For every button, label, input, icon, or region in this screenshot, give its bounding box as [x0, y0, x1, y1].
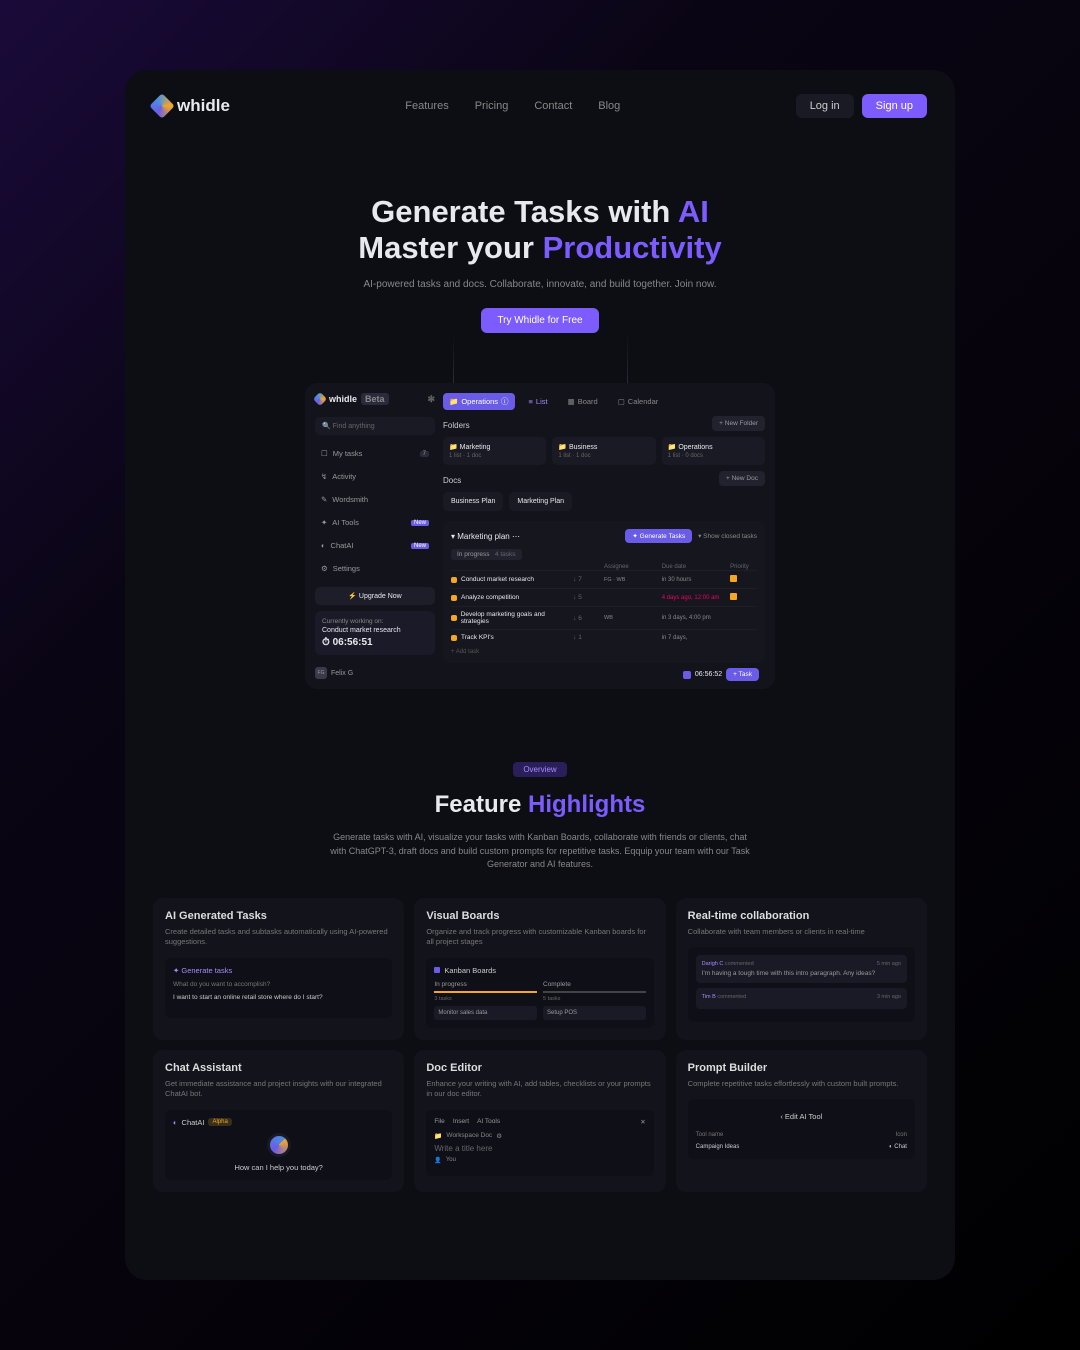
app-main: 📁 Operations ⓘ ≡ List ▦ Board ▢ Calendar… [443, 393, 765, 679]
folder-operations[interactable]: 📁 Operations1 list · 0 docs [662, 437, 765, 465]
sidebar-item-activity[interactable]: ↯Activity [315, 468, 435, 485]
search-input[interactable]: 🔍 Find anything [315, 417, 435, 435]
tab-board[interactable]: ▦ Board [562, 394, 604, 409]
table-row[interactable]: Analyze competition↓ 54 days ago, 12:00 … [451, 588, 757, 606]
overview-chip: Overview [513, 762, 566, 777]
table-header: Assignee Due date Priority [451, 564, 757, 570]
generate-tasks-button[interactable]: ✦ Generate Tasks [625, 529, 692, 543]
logo-icon [313, 392, 327, 406]
sidebar-item-chatai[interactable]: ◐ChatAINew [315, 537, 435, 554]
features-section: Overview Feature Highlights Generate tas… [125, 759, 955, 1192]
tab-list[interactable]: ≡ List [523, 394, 554, 409]
folders-label: Folders [443, 421, 470, 430]
card-prompt: Prompt Builder Complete repetitive tasks… [676, 1050, 927, 1192]
logo: whidle [153, 96, 230, 116]
plan-panel: ▾ Marketing plan ⋯ ✦ Generate Tasks ▾ Sh… [443, 521, 765, 663]
features-grid: AI Generated Tasks Create detailed tasks… [153, 898, 927, 1192]
card-visual-boards: Visual Boards Organize and track progres… [414, 898, 665, 1040]
app-logo: whidle Beta ✻ [315, 393, 435, 405]
login-button[interactable]: Log in [796, 94, 854, 118]
new-folder-button[interactable]: + New Folder [712, 416, 765, 431]
new-doc-button[interactable]: + New Doc [719, 471, 765, 486]
tab-calendar[interactable]: ▢ Calendar [612, 394, 665, 409]
beta-badge: Beta [361, 393, 389, 405]
timer-icon [683, 671, 691, 679]
app-preview: whidle Beta ✻ 🔍 Find anything ☐My tasks7… [305, 383, 775, 689]
nav-blog[interactable]: Blog [598, 100, 620, 112]
upgrade-button[interactable]: ⚡ Upgrade Now [315, 587, 435, 605]
folder-business[interactable]: 📁 Business1 list · 1 doc [552, 437, 655, 465]
floating-timer: 06:56:52 + Task [683, 668, 759, 681]
show-closed-toggle[interactable]: ▾ Show closed tasks [698, 532, 757, 540]
flag-icon [730, 575, 737, 582]
view-tabs: 📁 Operations ⓘ ≡ List ▦ Board ▢ Calendar [443, 393, 765, 410]
table-row[interactable]: Develop marketing goals and strategies↓ … [451, 606, 757, 629]
docs-label: Docs [443, 476, 461, 485]
chat-icon [267, 1133, 291, 1157]
nav-features[interactable]: Features [405, 100, 448, 112]
hero-subtitle: AI-powered tasks and docs. Collaborate, … [125, 279, 955, 290]
cta-button[interactable]: Try Whidle for Free [481, 308, 598, 333]
plan-title: Marketing plan [457, 532, 509, 541]
brand-name: whidle [177, 96, 230, 116]
signup-button[interactable]: Sign up [862, 94, 927, 118]
flag-icon [730, 593, 737, 600]
sidebar-item-aitools[interactable]: ✦AI ToolsNew [315, 514, 435, 531]
folders: 📁 Marketing1 list · 1 doc 📁 Business1 li… [443, 437, 765, 465]
sidebar-item-wordsmith[interactable]: ✎Wordsmith [315, 491, 435, 508]
card-ai-tasks: AI Generated Tasks Create detailed tasks… [153, 898, 404, 1040]
app-sidebar: whidle Beta ✻ 🔍 Find anything ☐My tasks7… [315, 393, 435, 679]
demo-doc: FileInsertAI Tools✕ 📁 Workspace Doc ⚙ Wr… [426, 1110, 653, 1176]
folder-marketing[interactable]: 📁 Marketing1 list · 1 doc [443, 437, 546, 465]
features-title: Feature Highlights [153, 791, 927, 819]
card-doc-editor: Doc Editor Enhance your writing with AI,… [414, 1050, 665, 1192]
decor-lines [365, 333, 715, 383]
demo-comments: Darigh C commented5 min agoI'm having a … [688, 947, 915, 1022]
auth: Log in Sign up [796, 94, 927, 118]
table-row[interactable]: Conduct market research↓ 7FG · WBin 30 h… [451, 570, 757, 588]
logo-icon [149, 93, 174, 118]
avatar: FG [315, 667, 327, 679]
doc-marketing[interactable]: Marketing Plan [509, 492, 572, 511]
sidebar-item-settings[interactable]: ⚙Settings [315, 560, 435, 577]
nav: Features Pricing Contact Blog [405, 100, 620, 112]
card-collab: Real-time collaboration Collaborate with… [676, 898, 927, 1040]
demo-chat: ◐ChatAIAlpha How can I help you today? [165, 1110, 392, 1180]
add-task-button[interactable]: + Task [726, 668, 759, 681]
working-panel: Currently working on: Conduct market res… [315, 611, 435, 655]
demo-kanban: Kanban Boards In progress3 tasksMonitor … [426, 958, 653, 1028]
board-icon [434, 967, 440, 973]
user-row[interactable]: FG Felix G [315, 667, 435, 679]
features-desc: Generate tasks with AI, visualize your t… [330, 831, 750, 872]
demo-prompt: ‹ Edit AI Tool Tool nameIcon Campaign Id… [688, 1099, 915, 1159]
hero-title: Generate Tasks with AI Master your Produ… [125, 194, 955, 265]
demo-generate: ✦ Generate tasks What do you want to acc… [165, 958, 392, 1018]
docs: Business Plan Marketing Plan [443, 492, 765, 511]
nav-contact[interactable]: Contact [534, 100, 572, 112]
breadcrumb[interactable]: 📁 Operations ⓘ [443, 393, 515, 410]
doc-business[interactable]: Business Plan [443, 492, 503, 511]
add-task-link[interactable]: + Add task [451, 645, 757, 655]
status-pill: In progress 4 tasks [451, 549, 522, 560]
close-icon[interactable]: ✕ [640, 1118, 645, 1126]
topbar: whidle Features Pricing Contact Blog Log… [125, 88, 955, 124]
hero: Generate Tasks with AI Master your Produ… [125, 194, 955, 333]
gear-icon[interactable]: ✻ [427, 394, 435, 405]
table-row[interactable]: Track KPI's↓ 1in 7 days, [451, 629, 757, 645]
nav-pricing[interactable]: Pricing [475, 100, 509, 112]
timer: ⏱ 06:56:51 [322, 637, 428, 648]
sidebar-item-mytasks[interactable]: ☐My tasks7 [315, 445, 435, 462]
card-chat: Chat Assistant Get immediate assistance … [153, 1050, 404, 1192]
